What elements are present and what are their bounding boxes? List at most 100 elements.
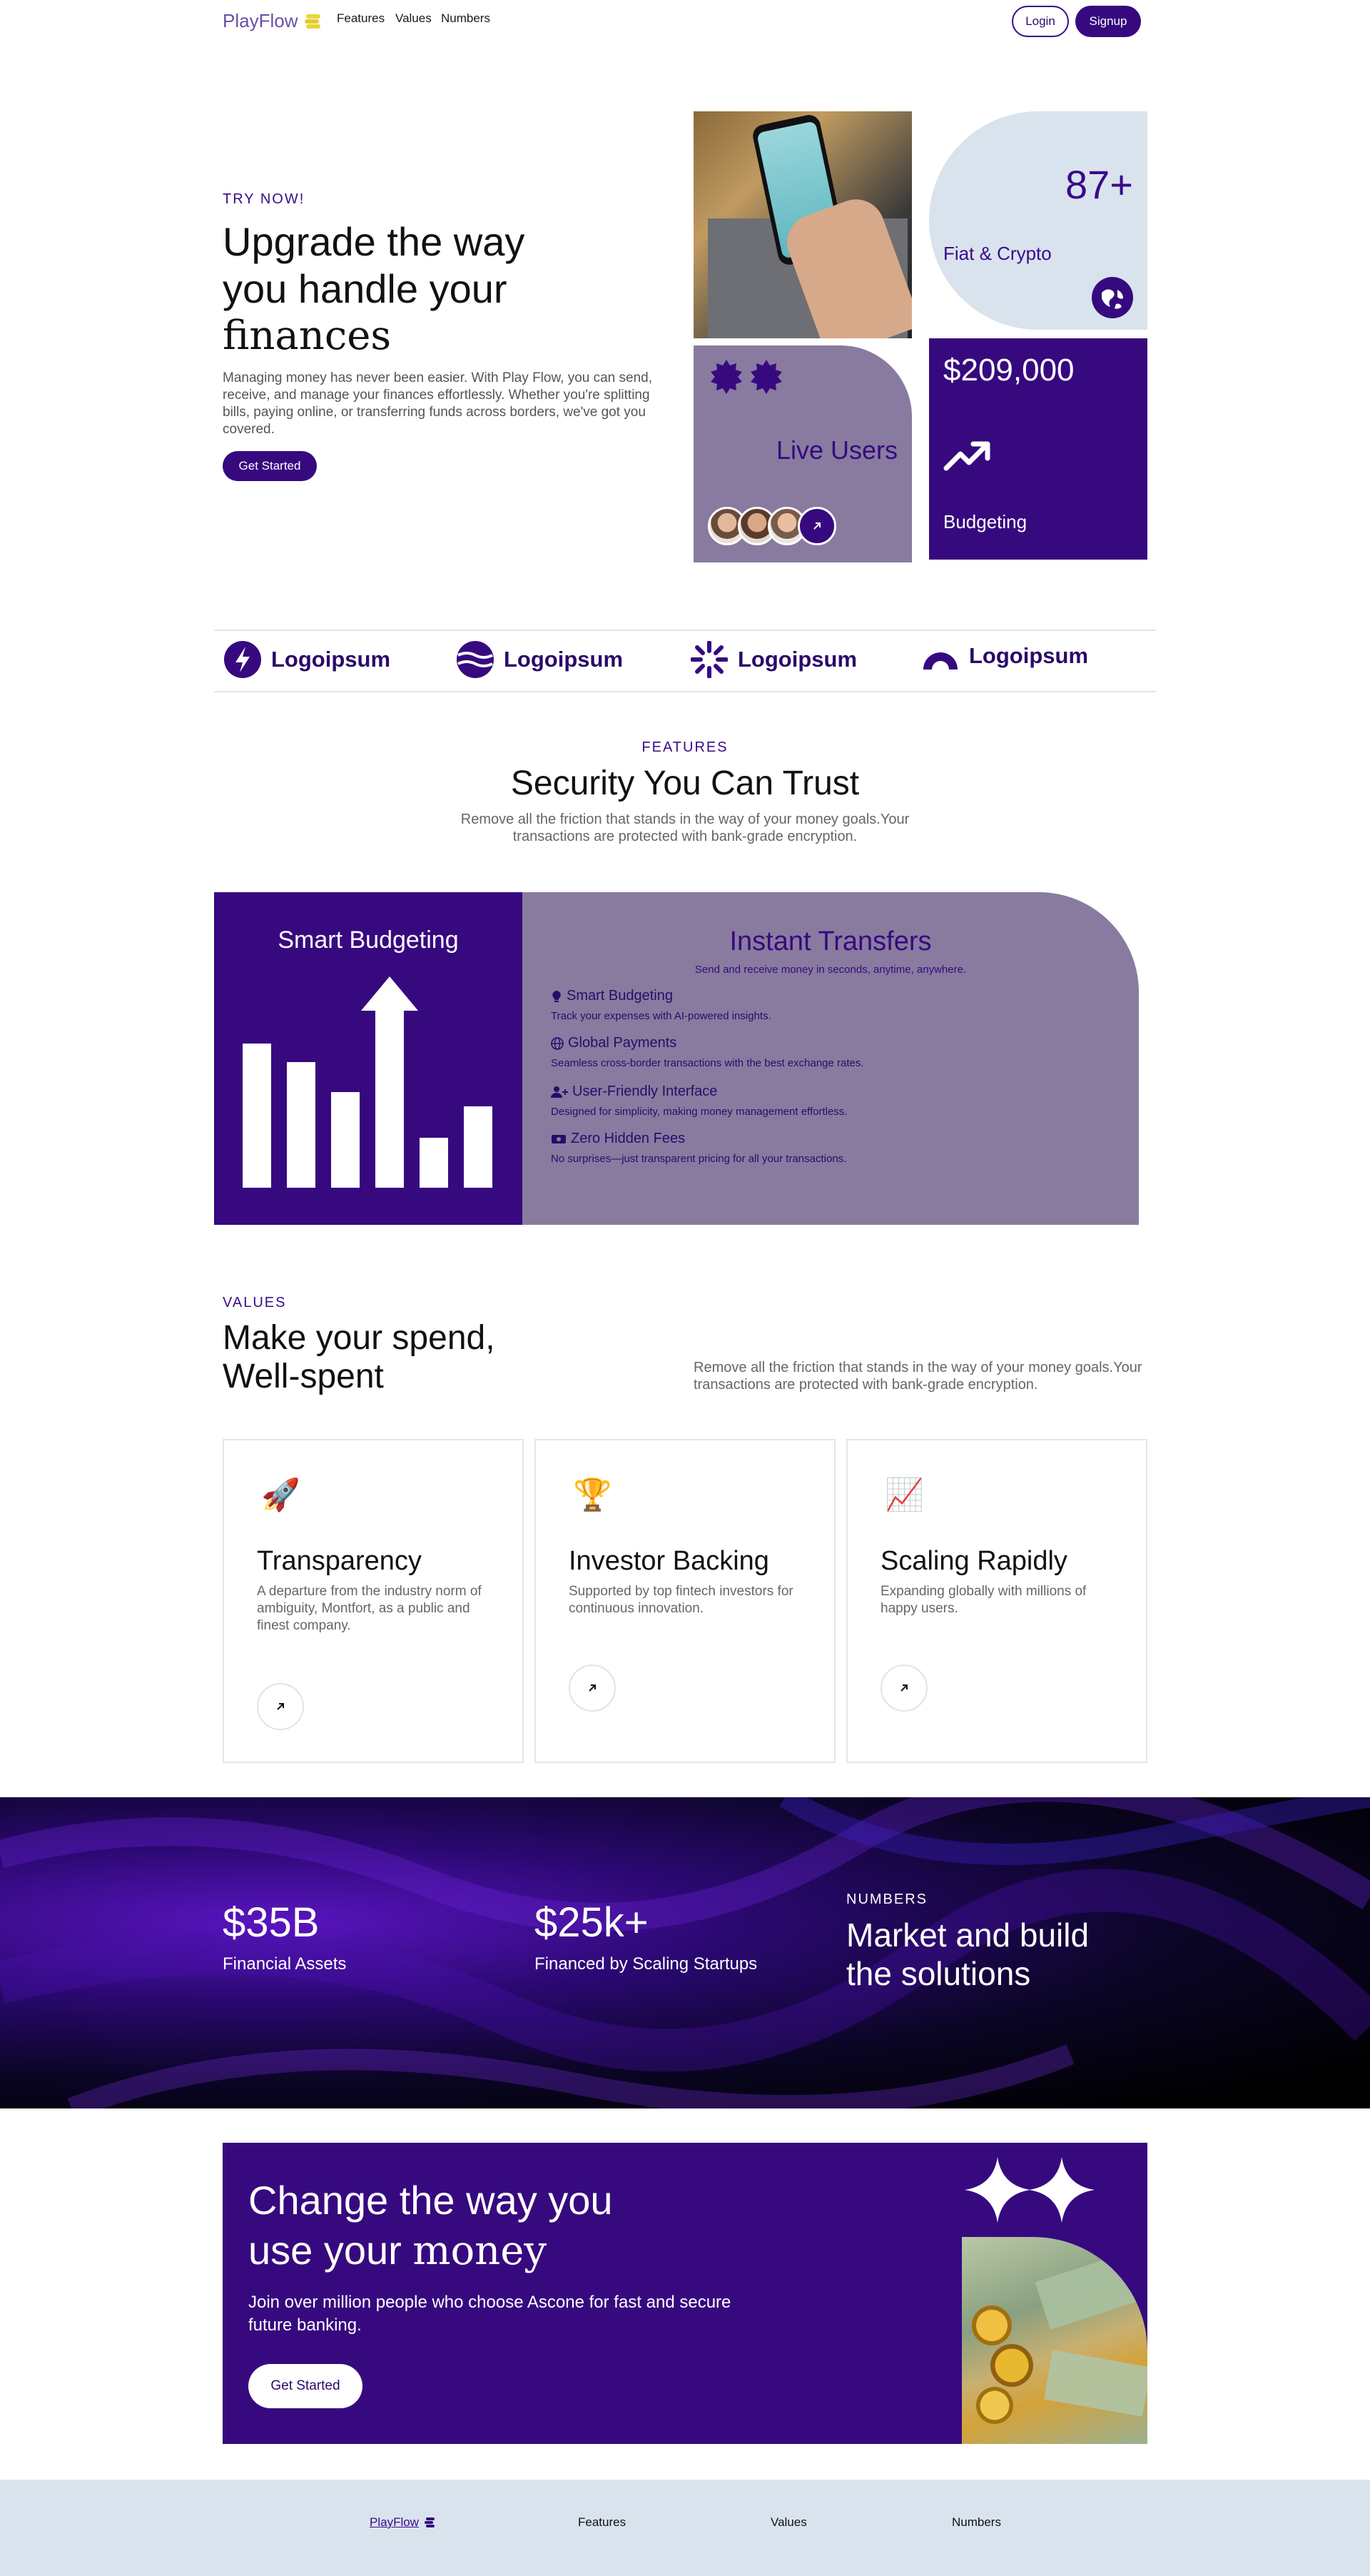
value-card-desc: Expanding globally with millions of happ… xyxy=(881,1584,1087,1616)
numbers-eyebrow: NUMBERS xyxy=(846,1891,928,1907)
arrow-up-right-button[interactable] xyxy=(881,1665,928,1712)
cta-title-line1: Change the way you xyxy=(248,2178,613,2223)
cta-title: Change the way you use your money xyxy=(248,2176,613,2276)
divider xyxy=(214,691,1156,692)
logo-text: Logoipsum xyxy=(738,647,858,672)
feature-item-desc: No surprises—just transparent pricing fo… xyxy=(551,1153,847,1165)
arrow-up-right-button[interactable] xyxy=(257,1683,304,1730)
numbers-band: $35B Financial Assets $25k+ Financed by … xyxy=(0,1797,1370,2108)
sparkle-icon xyxy=(965,2157,1095,2223)
footer-brand-logo[interactable]: PlayFlow xyxy=(370,2515,436,2530)
globe-icon xyxy=(1092,277,1133,318)
value-card: 📈 Scaling Rapidly Expanding globally wit… xyxy=(846,1439,1147,1763)
nav-link-numbers[interactable]: Numbers xyxy=(441,11,490,26)
footer: PlayFlow Features Values Numbers xyxy=(0,2480,1370,2576)
values-title-line1: Make your spend, xyxy=(223,1319,495,1357)
logo-text: Logoipsum xyxy=(504,647,624,672)
budgeting-card: $209,000 Budgeting xyxy=(929,338,1147,560)
cta-banner: Change the way you use your money Join o… xyxy=(223,2143,1147,2444)
divider xyxy=(214,630,1156,631)
partner-logo: Logoipsum xyxy=(691,641,857,678)
hero-title: Upgrade the way you handle your finances xyxy=(223,218,651,360)
feature-item: User-Friendly Interface Designed for sim… xyxy=(551,1084,847,1118)
coins-icon xyxy=(424,2517,435,2527)
cta-title-accent: money xyxy=(412,2228,547,2274)
chart-icon: 📈 xyxy=(885,1478,924,1512)
cta-description: Join over million people who choose Asco… xyxy=(248,2293,731,2335)
features-title: Security You Can Trust xyxy=(510,764,860,802)
rocket-icon: 🚀 xyxy=(261,1478,300,1512)
footer-link-numbers[interactable]: Numbers xyxy=(952,2515,1001,2530)
money-photo xyxy=(962,2237,1147,2444)
footer-brand-name: PlayFlow xyxy=(370,2515,419,2529)
arch-logo-icon xyxy=(923,652,958,670)
budget-label: Budgeting xyxy=(943,511,1028,532)
nav-link-features[interactable]: Features xyxy=(337,11,385,26)
smart-budgeting-panel: Smart Budgeting xyxy=(214,892,522,1225)
values-subtitle: Remove all the friction that stands in t… xyxy=(694,1360,1142,1393)
feature-item: Zero Hidden Fees No surprises—just trans… xyxy=(551,1131,846,1165)
features-subtitle: Remove all the friction that stands in t… xyxy=(460,812,910,844)
trophy-icon: 🏆 xyxy=(573,1478,612,1512)
value-card-title: Transparency xyxy=(257,1546,422,1576)
nav-link-values[interactable]: Values xyxy=(395,11,432,26)
footer-link-values[interactable]: Values xyxy=(771,2515,807,2530)
feature-item-desc: Seamless cross-border transactions with … xyxy=(551,1057,864,1069)
footer-link-features[interactable]: Features xyxy=(578,2515,626,2530)
arrow-up-right-button[interactable] xyxy=(569,1665,616,1712)
logo-text: Logoipsum xyxy=(271,647,391,672)
signup-button[interactable]: Signup xyxy=(1075,6,1141,37)
value-card: 🚀 Transparency A departure from the indu… xyxy=(223,1439,524,1763)
logo-text: Logoipsum xyxy=(969,643,1089,668)
brand-logo[interactable]: PlayFlow xyxy=(223,10,322,32)
stat-label: Financed by Scaling Startups xyxy=(534,1954,758,1974)
trending-up-icon xyxy=(943,441,990,471)
cta-get-started-button[interactable]: Get Started xyxy=(248,2364,362,2408)
features-eyebrow: FEATURES xyxy=(641,739,729,755)
coins-icon xyxy=(305,14,321,29)
value-card-desc: Supported by top fintech investors for c… xyxy=(569,1584,793,1616)
numbers-title: Market and build the solutions xyxy=(846,1916,1089,1993)
phone-photo xyxy=(694,111,912,338)
value-card-desc: A departure from the industry norm of am… xyxy=(257,1584,482,1633)
globe-icon xyxy=(551,1036,564,1050)
live-users-card: Live Users xyxy=(694,345,912,562)
arrow-up-right-icon xyxy=(900,1684,908,1692)
wave-logo-icon xyxy=(457,641,494,678)
value-card: 🏆 Investor Backing Supported by top fint… xyxy=(534,1439,836,1763)
avatar-group xyxy=(708,507,836,545)
smart-budgeting-title: Smart Budgeting xyxy=(278,926,459,954)
login-button[interactable]: Login xyxy=(1012,6,1069,37)
values-eyebrow: VALUES xyxy=(223,1295,287,1310)
stat-label: Financial Assets xyxy=(223,1954,347,1974)
bar-chart-graphic xyxy=(243,976,492,1188)
numbers-title-line2: the solutions xyxy=(846,1955,1031,1992)
value-card-title: Investor Backing xyxy=(569,1546,769,1576)
hero-title-line1: Upgrade the way xyxy=(223,219,525,264)
user-plus-icon xyxy=(551,1086,568,1098)
arrow-up-right-icon[interactable] xyxy=(798,507,836,545)
stat-value: $35B xyxy=(223,1899,320,1946)
feature-item: Global Payments Seamless cross-border tr… xyxy=(551,1035,864,1069)
bolt-logo-icon xyxy=(224,641,261,678)
value-card-title: Scaling Rapidly xyxy=(881,1546,1067,1576)
hero-get-started-button[interactable]: Get Started xyxy=(223,451,317,481)
instant-transfers-title: Instant Transfers xyxy=(729,926,932,956)
hero-title-line2: you handle your xyxy=(223,266,507,311)
money-icon xyxy=(552,1134,566,1143)
users-stat: 87+ xyxy=(1065,162,1133,207)
feature-item-title: Global Payments xyxy=(568,1035,677,1051)
feature-item-title: Zero Hidden Fees xyxy=(571,1131,686,1146)
numbers-title-line1: Market and build xyxy=(846,1916,1090,1954)
badge-icon xyxy=(751,360,782,394)
fiat-crypto-card: 87+ Fiat & Crypto xyxy=(929,111,1147,330)
feature-item-desc: Track your expenses with AI-powered insi… xyxy=(551,1010,771,1022)
feature-item-title: Smart Budgeting xyxy=(567,988,673,1004)
page: PlayFlow Features Values Numbers Login S… xyxy=(0,0,1370,2576)
values-title-line2: Well-spent xyxy=(223,1358,384,1395)
stat-value: $25k+ xyxy=(534,1899,649,1946)
feature-item: Smart Budgeting Track your expenses with… xyxy=(551,988,771,1022)
arrow-up-right-icon xyxy=(277,1703,284,1710)
live-users-label: Live Users xyxy=(776,435,898,465)
partner-logo: Logoipsum xyxy=(224,641,390,678)
